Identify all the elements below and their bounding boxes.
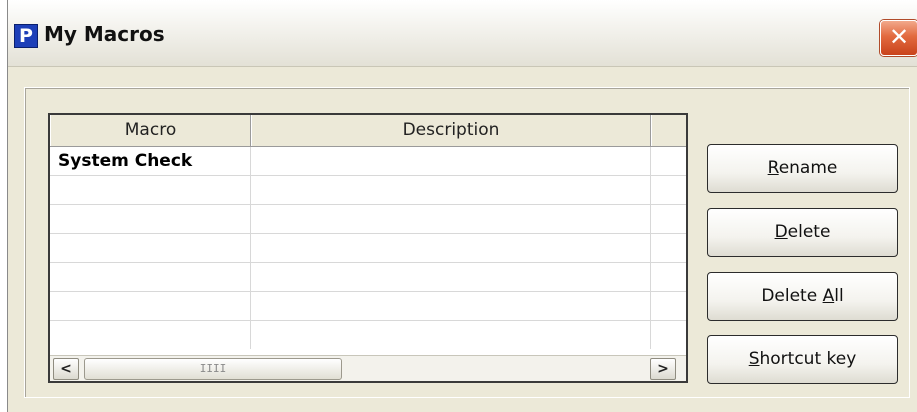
delete-button[interactable]: Delete <box>707 208 898 257</box>
button-label-post: hortcut key <box>759 349 857 369</box>
column-header-description[interactable]: Description <box>251 115 651 146</box>
table-row-empty <box>50 234 686 263</box>
empty-cell <box>251 292 651 320</box>
table-row-empty <box>50 205 686 234</box>
empty-cell <box>50 263 251 291</box>
scroll-grip-icon: IIII <box>199 362 227 375</box>
table-row-empty <box>50 263 686 292</box>
button-label-pre: Delete <box>761 286 823 306</box>
empty-cell <box>251 205 651 233</box>
empty-cell <box>50 292 251 320</box>
rename-button[interactable]: Rename <box>707 144 898 193</box>
macros-table[interactable]: Macro Description System Check < IIII > <box>48 113 688 383</box>
scroll-right-button[interactable]: > <box>650 358 676 380</box>
close-icon: ✕ <box>888 23 910 51</box>
table-row-empty <box>50 292 686 321</box>
shortcut-key-button[interactable]: Shortcut key <box>707 335 898 384</box>
table-row-empty <box>50 176 686 205</box>
column-header-filler <box>651 115 686 146</box>
table-header: Macro Description <box>50 115 686 147</box>
button-label-post: ename <box>778 158 838 178</box>
empty-cell <box>251 321 651 349</box>
empty-cell <box>251 234 651 262</box>
mnemonic-letter: R <box>767 158 779 178</box>
title-bar[interactable]: P My Macros ✕ <box>8 0 917 67</box>
window-title: My Macros <box>44 22 165 46</box>
chevron-left-icon: < <box>60 361 72 377</box>
mnemonic-letter: A <box>822 286 835 306</box>
table-row-empty <box>50 321 686 349</box>
macro-name-cell[interactable]: System Check <box>50 147 251 175</box>
button-label-post: elete <box>787 222 831 242</box>
mnemonic-letter: D <box>774 222 788 242</box>
close-button[interactable]: ✕ <box>880 20 917 56</box>
empty-cell <box>251 176 651 204</box>
empty-cell <box>50 205 251 233</box>
app-p-icon: P <box>14 24 38 48</box>
delete-all-button[interactable]: Delete All <box>707 272 898 321</box>
empty-cell <box>50 234 251 262</box>
empty-cell <box>251 263 651 291</box>
empty-cell <box>50 321 251 349</box>
chevron-right-icon: > <box>657 361 669 377</box>
table-row[interactable]: System Check <box>50 147 686 176</box>
scroll-thumb[interactable]: IIII <box>84 358 342 380</box>
column-header-macro[interactable]: Macro <box>50 115 251 146</box>
macro-description-cell[interactable] <box>251 147 651 175</box>
horizontal-scrollbar[interactable]: < IIII > <box>50 355 686 381</box>
empty-cell <box>50 176 251 204</box>
scroll-left-button[interactable]: < <box>53 358 79 380</box>
mnemonic-letter: S <box>748 349 760 369</box>
button-label-post: ll <box>834 286 844 306</box>
